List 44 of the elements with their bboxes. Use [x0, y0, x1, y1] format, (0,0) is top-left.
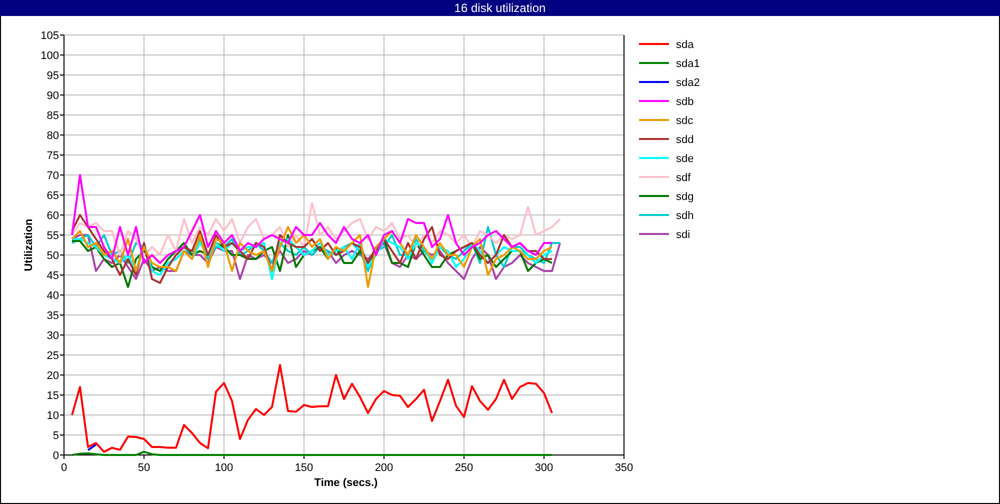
tick-label: 0 [60, 462, 68, 474]
legend-label: sdd [676, 134, 694, 146]
tick-label: 80 [46, 130, 59, 142]
legend-label: sdi [676, 229, 690, 241]
tick-label: 5 [52, 430, 59, 442]
tick-label: 60 [46, 210, 59, 222]
tick-label: 40 [46, 290, 59, 302]
axis-title: Utilization [23, 218, 35, 272]
tick-label: 300 [534, 462, 554, 474]
legend-label: sda [676, 39, 694, 51]
tick-label: 250 [454, 462, 474, 474]
legend-label: sdf [676, 172, 691, 184]
tick-label: 65 [46, 190, 59, 202]
tick-label: 100 [40, 50, 59, 62]
tick-label: 75 [46, 150, 59, 162]
tick-label: 55 [46, 230, 59, 242]
tick-label: 0 [52, 450, 59, 462]
tick-label: 20 [46, 370, 59, 382]
tick-label: 10 [46, 410, 59, 422]
legend-label: sda2 [676, 77, 700, 89]
legend-label: sdc [676, 115, 694, 127]
legend-label: sdb [676, 96, 694, 108]
tick-label: 105 [40, 30, 59, 42]
tick-label: 15 [46, 390, 59, 402]
tick-label: 100 [214, 462, 234, 474]
tick-label: 150 [294, 462, 314, 474]
window-title: 16 disk utilization [454, 1, 546, 15]
tick-label: 90 [46, 90, 59, 102]
axis-title: Time (secs.) [314, 477, 378, 489]
legend-label: sdh [676, 210, 694, 222]
tick-label: 50 [138, 462, 150, 474]
tick-label: 50 [46, 250, 59, 262]
legend-label: sdg [676, 191, 694, 203]
tick-label: 85 [46, 110, 59, 122]
tick-label: 200 [374, 462, 394, 474]
tick-label: 95 [46, 70, 59, 82]
tick-label: 350 [614, 462, 634, 474]
tick-label: 70 [46, 170, 59, 182]
tick-label: 30 [46, 330, 59, 342]
legend-label: sde [676, 153, 694, 165]
tick-label: 25 [46, 350, 59, 362]
legend-label: sda1 [676, 58, 700, 70]
tick-label: 45 [46, 270, 59, 282]
tick-label: 35 [46, 310, 59, 322]
